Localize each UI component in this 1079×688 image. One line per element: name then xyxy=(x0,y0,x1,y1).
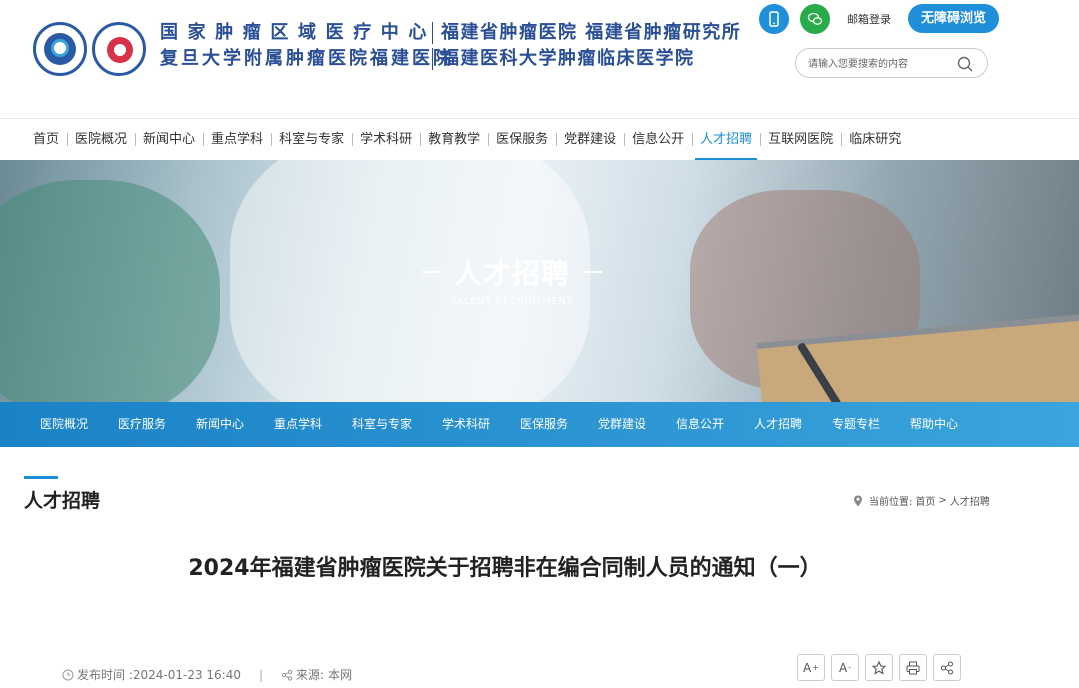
main-nav-item[interactable]: 首页 xyxy=(25,129,67,150)
title-divider xyxy=(432,22,433,44)
breadcrumb-label: 当前位置: xyxy=(869,497,913,508)
main-nav-item[interactable]: 学术科研 xyxy=(352,129,420,150)
favorite-button[interactable] xyxy=(865,654,893,681)
star-icon xyxy=(872,660,886,675)
accessibility-button[interactable]: 无障碍浏览 xyxy=(908,4,999,33)
sub-nav-item[interactable]: 帮助中心 xyxy=(910,402,988,447)
banner: 人才招聘 TALENT RECRUITMENT xyxy=(0,160,1079,402)
main-nav-item[interactable]: 临床研究 xyxy=(841,129,909,150)
wechat-button[interactable] xyxy=(800,4,830,34)
logo-heart-core xyxy=(114,44,126,56)
title-row-1: 国家肿瘤区域医疗中心 福建省肿瘤医院 福建省肿瘤研究所 xyxy=(160,20,741,46)
section-title: 人才招聘 xyxy=(24,490,101,512)
hospital-logo[interactable] xyxy=(33,22,87,76)
clock-icon xyxy=(62,669,74,680)
meta-separator: | xyxy=(259,667,264,682)
share-source-icon xyxy=(281,669,293,681)
article-title: 2024年福建省肿瘤医院关于招聘非在编合同制人员的通知（一） xyxy=(188,556,822,581)
sub-nav-item[interactable]: 新闻中心 xyxy=(196,402,274,447)
banner-title: 人才招聘 TALENT RECRUITMENT xyxy=(0,252,1024,307)
sub-nav-item[interactable]: 人才招聘 xyxy=(754,402,832,447)
publish-time: 2024-01-23 16:40 xyxy=(132,667,241,682)
breadcrumb-home[interactable]: 首页 xyxy=(915,493,935,508)
title-dash xyxy=(421,271,440,273)
breadcrumb-separator: > xyxy=(938,495,947,506)
main-nav-item[interactable]: 医保服务 xyxy=(488,129,556,150)
main-nav-item[interactable]: 互联网医院 xyxy=(760,129,841,150)
location-pin-icon xyxy=(854,495,862,506)
sub-nav-item[interactable]: 医疗服务 xyxy=(118,402,196,447)
mobile-site-button[interactable] xyxy=(759,4,789,34)
banner-title-text: 人才招聘 xyxy=(453,257,570,290)
hospital-titles: 国家肿瘤区域医疗中心 福建省肿瘤医院 福建省肿瘤研究所 复旦大学附属肿瘤医院福建… xyxy=(160,20,741,72)
main-nav-item[interactable]: 医院概况 xyxy=(67,129,135,150)
sub-nav-item[interactable]: 学术科研 xyxy=(442,402,520,447)
section-accent-line xyxy=(24,476,58,479)
title-fujian-hospital: 福建省肿瘤医院 福建省肿瘤研究所 xyxy=(441,22,742,43)
main-nav: 首页 医院概况 新闻中心 重点学科 科室与专家 学术科研 教育教学 医保服务 党群建设 信息公开人… xyxy=(0,118,1079,161)
main-nav-item[interactable]: 信息公开 xyxy=(624,129,692,150)
article-tools: A + A- xyxy=(797,654,967,681)
sub-nav-item[interactable]: 党群建设 xyxy=(598,402,676,447)
publish-label: 发布时间 : xyxy=(77,668,133,682)
printer-icon xyxy=(906,661,920,674)
wechat-icon xyxy=(807,12,823,25)
sub-nav-item[interactable]: 医保服务 xyxy=(520,402,598,447)
main-nav-item[interactable]: 党群建设 xyxy=(556,129,624,150)
site-header: 国家肿瘤区域医疗中心 福建省肿瘤医院 福建省肿瘤研究所 复旦大学附属肿瘤医院福建… xyxy=(0,0,1079,118)
font-increase-button[interactable]: A + xyxy=(797,654,825,681)
title-dash xyxy=(584,271,602,273)
print-button[interactable] xyxy=(899,654,927,681)
main-nav-item[interactable]: 重点学科 xyxy=(203,129,271,150)
font-decrease-icon: A xyxy=(838,660,848,675)
source-value: 本网 xyxy=(328,668,353,682)
search-input[interactable] xyxy=(808,56,948,72)
banner-subtitle: TALENT RECRUITMENT xyxy=(451,296,573,307)
main-nav-item[interactable]: 科室与专家 xyxy=(271,129,352,150)
sub-nav-item[interactable]: 科室与专家 xyxy=(352,402,442,447)
font-decrease-button[interactable]: A- xyxy=(831,654,859,681)
title-divider xyxy=(432,48,433,70)
breadcrumb: 当前位置: 首页 > 人才招聘 xyxy=(853,493,990,508)
main-nav-item[interactable]: 人才招聘 xyxy=(692,129,760,161)
sub-nav-item[interactable]: 信息公开 xyxy=(676,402,754,447)
main-nav-item[interactable]: 教育教学 xyxy=(420,129,488,150)
search-icon[interactable] xyxy=(956,55,974,73)
main-nav-item[interactable]: 新闻中心 xyxy=(135,129,203,150)
sub-nav-item[interactable]: 重点学科 xyxy=(274,402,352,447)
logo-emblem-core xyxy=(51,39,69,57)
title-national-center: 国家肿瘤区域医疗中心 xyxy=(160,22,436,43)
title-medical-college: 福建医科大学肿瘤临床医学院 xyxy=(441,48,695,69)
mail-login-link[interactable]: 邮箱登录 xyxy=(847,11,891,27)
cancer-center-logo[interactable] xyxy=(92,22,146,76)
article-meta: 发布时间 : 2024-01-23 16:40 | 来源: 本网 xyxy=(62,666,352,683)
font-increase-icon: A xyxy=(803,660,812,675)
phone-icon xyxy=(769,11,779,27)
source-label: 来源: xyxy=(296,668,325,682)
search-box xyxy=(795,48,988,78)
sub-nav-item[interactable]: 医院概况 xyxy=(40,402,118,447)
sub-nav: 医院概况 医疗服务 新闻中心 重点学科 科室与专家 学术科研 医保服务 党群建设 信息公开 人才招… xyxy=(0,402,1079,447)
breadcrumb-current[interactable]: 人才招聘 xyxy=(950,493,990,508)
sub-nav-item[interactable]: 专题专栏 xyxy=(832,402,910,447)
share-icon xyxy=(941,661,953,674)
title-row-2: 复旦大学附属肿瘤医院福建医院 福建医科大学肿瘤临床医学院 xyxy=(160,46,741,72)
title-fudan-affiliate: 复旦大学附属肿瘤医院福建医院 xyxy=(160,48,454,69)
share-button[interactable] xyxy=(933,654,961,681)
